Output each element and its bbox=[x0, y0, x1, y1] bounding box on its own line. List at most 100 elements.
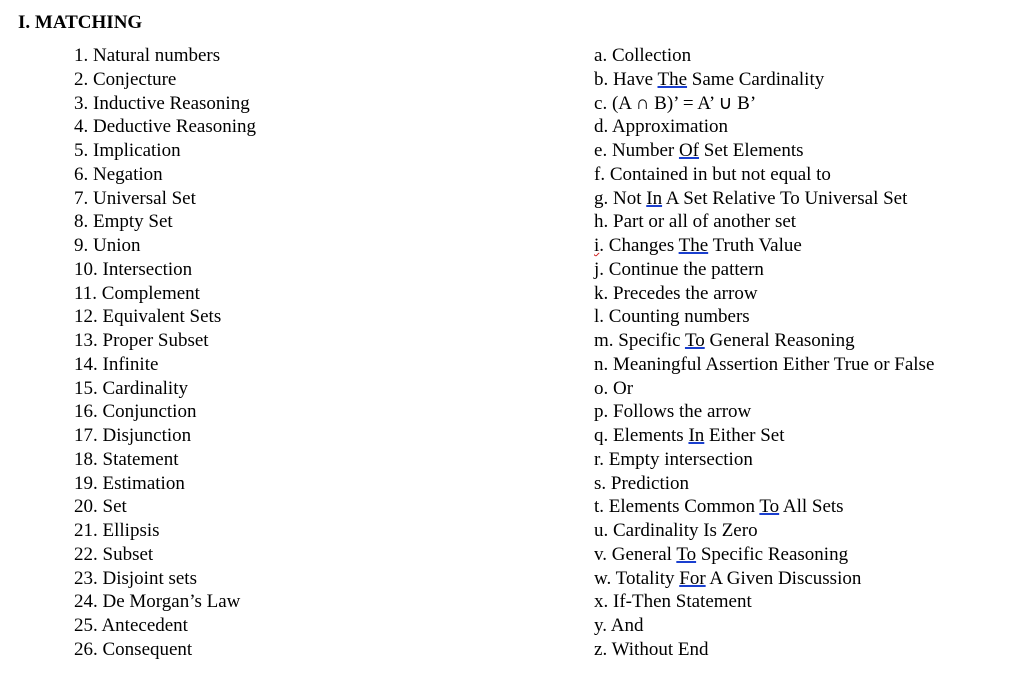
term-number: 13 bbox=[74, 330, 93, 351]
definition-row: x. If-Then Statement bbox=[594, 590, 993, 614]
definition-text: Counting numbers bbox=[609, 306, 750, 327]
term-row: 5. Implication bbox=[74, 139, 594, 163]
definition-text: Specific To General Reasoning bbox=[618, 330, 854, 351]
term-number: 1 bbox=[74, 45, 84, 66]
definition-text: Elements Common To All Sets bbox=[609, 496, 844, 517]
definition-letter: h bbox=[594, 211, 604, 232]
definition-row: z. Without End bbox=[594, 638, 993, 662]
term-row: 17. Disjunction bbox=[74, 424, 594, 448]
definition-text: Precedes the arrow bbox=[613, 283, 758, 304]
definition-text: Continue the pattern bbox=[609, 259, 764, 280]
definition-letter: w bbox=[594, 568, 607, 589]
term-text: Equivalent Sets bbox=[103, 306, 222, 327]
definition-text: (A ∩ B)’ = A’ ∪ B’ bbox=[612, 93, 756, 114]
term-number: 3 bbox=[74, 93, 84, 114]
term-row: 16. Conjunction bbox=[74, 400, 594, 424]
definition-letter: u bbox=[594, 520, 604, 541]
term-number: 24 bbox=[74, 591, 93, 612]
definition-letter: l bbox=[594, 306, 599, 327]
terms-column: 1. Natural numbers2. Conjecture3. Induct… bbox=[74, 44, 594, 662]
definition-text: And bbox=[611, 615, 644, 636]
term-number: 18 bbox=[74, 449, 93, 470]
definition-letter: k bbox=[594, 283, 604, 304]
term-text: Implication bbox=[93, 140, 181, 161]
definition-row: d. Approximation bbox=[594, 115, 993, 139]
definitions-column: a. Collectionb. Have The Same Cardinalit… bbox=[594, 44, 993, 662]
term-row: 26. Consequent bbox=[74, 638, 594, 662]
definition-letter: o bbox=[594, 378, 604, 399]
definition-text: Changes The Truth Value bbox=[609, 235, 802, 256]
definition-text: Have The Same Cardinality bbox=[613, 69, 824, 90]
term-text: De Morgan’s Law bbox=[103, 591, 241, 612]
term-text: Disjoint sets bbox=[103, 568, 197, 589]
term-text: Ellipsis bbox=[103, 520, 160, 541]
definition-text: If-Then Statement bbox=[613, 591, 752, 612]
term-text: Union bbox=[93, 235, 141, 256]
definition-letter: x bbox=[594, 591, 604, 612]
term-number: 10 bbox=[74, 259, 93, 280]
definition-letter: t bbox=[594, 496, 599, 517]
term-row: 1. Natural numbers bbox=[74, 44, 594, 68]
definition-letter: s bbox=[594, 473, 601, 494]
definition-row: k. Precedes the arrow bbox=[594, 282, 993, 306]
definition-row: p. Follows the arrow bbox=[594, 400, 993, 424]
definition-letter: z bbox=[594, 639, 602, 660]
term-row: 23. Disjoint sets bbox=[74, 567, 594, 591]
definition-letter: f bbox=[594, 164, 600, 185]
definition-letter: y bbox=[594, 615, 602, 636]
definition-letter: n bbox=[594, 354, 604, 375]
definition-row: a. Collection bbox=[594, 44, 993, 68]
definition-text: Empty intersection bbox=[609, 449, 753, 470]
definition-text: Follows the arrow bbox=[613, 401, 751, 422]
term-row: 2. Conjecture bbox=[74, 68, 594, 92]
term-number: 4 bbox=[74, 116, 84, 137]
term-number: 12 bbox=[74, 306, 93, 327]
term-number: 7 bbox=[74, 188, 84, 209]
term-text: Universal Set bbox=[93, 188, 196, 209]
definition-row: s. Prediction bbox=[594, 472, 993, 496]
definition-row: e. Number Of Set Elements bbox=[594, 139, 993, 163]
definition-letter: a bbox=[594, 45, 602, 66]
definition-row: t. Elements Common To All Sets bbox=[594, 495, 993, 519]
term-text: Consequent bbox=[103, 639, 193, 660]
definition-row: g. Not In A Set Relative To Universal Se… bbox=[594, 187, 993, 211]
definition-letter: j bbox=[594, 259, 599, 280]
term-row: 15. Cardinality bbox=[74, 377, 594, 401]
definition-row: b. Have The Same Cardinality bbox=[594, 68, 993, 92]
term-row: 6. Negation bbox=[74, 163, 594, 187]
term-row: 12. Equivalent Sets bbox=[74, 305, 594, 329]
definition-row: m. Specific To General Reasoning bbox=[594, 329, 993, 353]
term-row: 25. Antecedent bbox=[74, 614, 594, 638]
term-text: Intersection bbox=[103, 259, 193, 280]
term-text: Negation bbox=[93, 164, 163, 185]
term-text: Subset bbox=[103, 544, 154, 565]
term-number: 21 bbox=[74, 520, 93, 541]
definition-row: h. Part or all of another set bbox=[594, 210, 993, 234]
term-number: 2 bbox=[74, 69, 84, 90]
definition-text: Cardinality Is Zero bbox=[613, 520, 758, 541]
definition-letter: d bbox=[594, 116, 604, 137]
term-row: 24. De Morgan’s Law bbox=[74, 590, 594, 614]
definition-text: Elements In Either Set bbox=[613, 425, 784, 446]
term-row: 21. Ellipsis bbox=[74, 519, 594, 543]
definition-row: i. Changes The Truth Value bbox=[594, 234, 993, 258]
definition-text: Not In A Set Relative To Universal Set bbox=[613, 188, 907, 209]
definition-text: Without End bbox=[612, 639, 709, 660]
definition-letter: g bbox=[594, 188, 604, 209]
term-number: 23 bbox=[74, 568, 93, 589]
term-row: 18. Statement bbox=[74, 448, 594, 472]
term-text: Proper Subset bbox=[103, 330, 209, 351]
definition-row: f. Contained in but not equal to bbox=[594, 163, 993, 187]
term-number: 19 bbox=[74, 473, 93, 494]
section-heading: I. MATCHING bbox=[18, 12, 993, 34]
term-text: Complement bbox=[102, 283, 200, 304]
definition-letter: p bbox=[594, 401, 604, 422]
term-number: 11 bbox=[74, 283, 92, 304]
definition-row: u. Cardinality Is Zero bbox=[594, 519, 993, 543]
term-text: Cardinality bbox=[103, 378, 188, 399]
term-text: Disjunction bbox=[103, 425, 192, 446]
term-row: 10. Intersection bbox=[74, 258, 594, 282]
term-row: 20. Set bbox=[74, 495, 594, 519]
definition-text: Meaningful Assertion Either True or Fals… bbox=[613, 354, 934, 375]
term-row: 22. Subset bbox=[74, 543, 594, 567]
